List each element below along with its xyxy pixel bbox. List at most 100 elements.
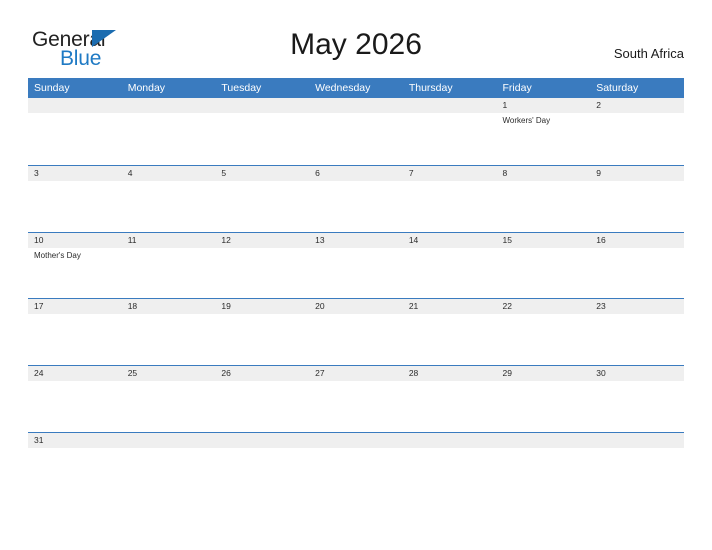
- day-event: [403, 248, 497, 261]
- day-event: [122, 248, 216, 261]
- day-event: [28, 381, 122, 383]
- day-number[interactable]: 15: [497, 233, 591, 248]
- day-event: [403, 314, 497, 316]
- day-event: [28, 314, 122, 316]
- day-event: [497, 181, 591, 183]
- day-event: [309, 381, 403, 383]
- day-event: [28, 448, 122, 450]
- day-event: Workers' Day: [502, 116, 551, 125]
- week-number-band: 3 4 5 6 7 8 9: [28, 165, 684, 181]
- day-event: [215, 314, 309, 316]
- day-number[interactable]: 6: [309, 166, 403, 181]
- day-number[interactable]: 7: [403, 166, 497, 181]
- day-event: [590, 113, 684, 126]
- day-number[interactable]: [403, 433, 497, 448]
- day-number[interactable]: 26: [215, 366, 309, 381]
- day-number[interactable]: 24: [28, 366, 122, 381]
- day-number[interactable]: 10: [28, 233, 122, 248]
- day-number[interactable]: 1: [497, 98, 591, 113]
- day-number[interactable]: 22: [497, 299, 591, 314]
- day-number[interactable]: [215, 433, 309, 448]
- day-number[interactable]: 21: [403, 299, 497, 314]
- day-number[interactable]: 31: [28, 433, 122, 448]
- day-event: [590, 448, 684, 450]
- day-number[interactable]: 13: [309, 233, 403, 248]
- day-number[interactable]: 29: [497, 366, 591, 381]
- day-event: [403, 181, 497, 183]
- week-number-band: 24 25 26 27 28 29 30: [28, 366, 684, 382]
- day-event: [497, 314, 591, 316]
- day-event: [309, 113, 403, 126]
- day-number[interactable]: 9: [590, 166, 684, 181]
- day-number[interactable]: 14: [403, 233, 497, 248]
- week-row: 3 4 5 6 7 8 9: [28, 164, 684, 232]
- week-row: 31: [28, 431, 684, 499]
- week-event-band: [28, 448, 684, 450]
- day-event: [122, 181, 216, 183]
- day-event: [497, 381, 591, 383]
- day-event: [28, 113, 122, 126]
- day-number[interactable]: [28, 98, 122, 113]
- week-event-band: [28, 314, 684, 316]
- day-number[interactable]: [215, 98, 309, 113]
- day-number[interactable]: [403, 98, 497, 113]
- day-number[interactable]: 17: [28, 299, 122, 314]
- calendar-page: General Blue May 2026 South Africa Sunda…: [0, 0, 712, 550]
- day-number[interactable]: 27: [309, 366, 403, 381]
- day-number[interactable]: 3: [28, 166, 122, 181]
- week-number-band: 1 2: [28, 98, 684, 113]
- day-event: [122, 314, 216, 316]
- day-number[interactable]: 20: [309, 299, 403, 314]
- day-number[interactable]: 2: [590, 98, 684, 113]
- day-number[interactable]: 5: [215, 166, 309, 181]
- day-number[interactable]: [590, 433, 684, 448]
- weekday-header-wednesday: Wednesday: [315, 82, 371, 94]
- day-number[interactable]: [309, 98, 403, 113]
- week-event-band: Workers' Day: [28, 113, 684, 126]
- page-title: May 2026: [290, 28, 422, 61]
- weekday-header-tuesday: Tuesday: [221, 82, 262, 94]
- weekday-header-friday: Friday: [502, 82, 532, 94]
- calendar-grid: Sunday Monday Tuesday Wednesday Thursday…: [28, 78, 684, 499]
- week-row: 10 11 12 13 14 15 16 Mother's Day: [28, 231, 684, 299]
- day-number[interactable]: 12: [215, 233, 309, 248]
- day-number[interactable]: 16: [590, 233, 684, 248]
- day-event: [122, 448, 216, 450]
- week-event-band: Mother's Day: [28, 248, 684, 261]
- day-number[interactable]: 25: [122, 366, 216, 381]
- day-event: [215, 381, 309, 383]
- day-event: Mother's Day: [34, 250, 81, 260]
- day-event: [590, 248, 684, 261]
- day-number[interactable]: [309, 433, 403, 448]
- day-event: [309, 248, 403, 261]
- weekday-header-saturday: Saturday: [596, 82, 639, 94]
- day-number[interactable]: 19: [215, 299, 309, 314]
- day-number[interactable]: 23: [590, 299, 684, 314]
- day-event: [590, 181, 684, 183]
- week-row: 17 18 19 20 21 22 23: [28, 298, 684, 365]
- day-number[interactable]: 18: [122, 299, 216, 314]
- day-event: [309, 448, 403, 450]
- day-event: [215, 181, 309, 183]
- day-number[interactable]: [122, 98, 216, 113]
- week-row: 1 2 Workers' Day: [28, 98, 684, 165]
- day-event: [309, 314, 403, 316]
- day-number[interactable]: 8: [497, 166, 591, 181]
- day-number[interactable]: 28: [403, 366, 497, 381]
- day-number[interactable]: 4: [122, 166, 216, 181]
- weekday-header-sunday: Sunday: [34, 82, 70, 94]
- weekday-header-row: Sunday Monday Tuesday Wednesday Thursday…: [28, 78, 684, 98]
- day-number[interactable]: [122, 433, 216, 448]
- day-event: [497, 448, 591, 450]
- day-event: [403, 113, 497, 126]
- week-event-band: [28, 381, 684, 383]
- weekday-header-thursday: Thursday: [408, 82, 453, 94]
- day-event: [403, 448, 497, 450]
- day-number[interactable]: 30: [590, 366, 684, 381]
- day-event: [309, 181, 403, 183]
- day-number[interactable]: [497, 433, 591, 448]
- day-event: [122, 113, 216, 126]
- day-event: [28, 181, 122, 183]
- day-number[interactable]: 11: [122, 233, 216, 248]
- week-row: 24 25 26 27 28 29 30: [28, 365, 684, 432]
